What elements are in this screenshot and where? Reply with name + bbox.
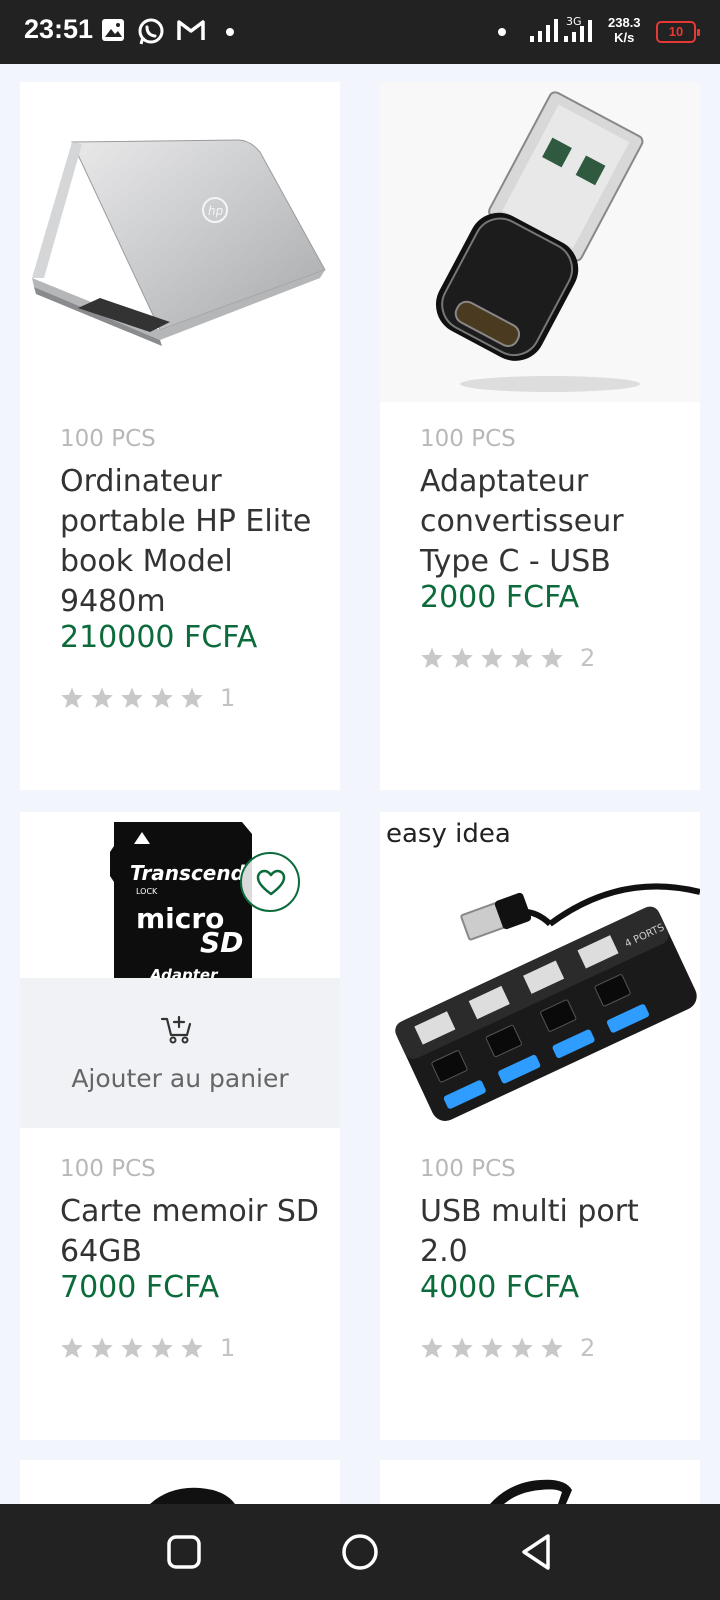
product-price: 4000 FCFA (420, 1270, 580, 1305)
product-card[interactable]: 100 PCS Adaptateur convertisseur Type C … (380, 82, 700, 790)
star-icon (121, 1337, 143, 1358)
heart-icon (256, 869, 286, 896)
product-card[interactable]: easy idea 4 PORTS 100 PCS USB multi port… (380, 812, 700, 1440)
indicator-dot (498, 28, 506, 36)
square-icon (167, 1535, 201, 1569)
star-icon (121, 687, 143, 708)
status-time: 23:51 (24, 14, 94, 44)
rating-count: 2 (580, 1334, 596, 1362)
add-to-cart-button[interactable]: Ajouter au panier (20, 978, 340, 1128)
product-price: 2000 FCFA (420, 580, 580, 615)
notification-dot (226, 28, 234, 36)
network-speed: 238.3 K/s (608, 15, 641, 45)
product-quantity: 100 PCS (60, 426, 156, 452)
home-button[interactable] (340, 1532, 380, 1576)
product-rating: 1 (60, 1334, 235, 1362)
gmail-icon (176, 17, 206, 47)
star-icon (421, 1337, 443, 1358)
star-icon (151, 687, 173, 708)
product-card[interactable]: Transcend LOCK micro SD Adapter Ajouter … (20, 812, 340, 1440)
star-icon (541, 1337, 563, 1358)
product-name[interactable]: USB multi port 2.0 (420, 1192, 680, 1272)
usb-adapter-image[interactable] (380, 82, 700, 402)
battery-icon: 10 (656, 21, 700, 43)
rating-count: 1 (220, 684, 236, 712)
star-icon (151, 1337, 173, 1358)
product-name[interactable]: Carte memoir SD 64GB (60, 1192, 320, 1272)
star-icon (61, 1337, 83, 1358)
network-type-label: 3G (566, 15, 582, 28)
star-icon (181, 1337, 203, 1358)
rating-count: 2 (580, 644, 596, 672)
star-icon (61, 687, 83, 708)
navigation-bar (0, 1504, 720, 1600)
product-card-partial[interactable] (20, 1460, 340, 1504)
star-icon (541, 647, 563, 668)
speed-value: 238.3 (608, 15, 641, 30)
product-image-partial (150, 1487, 235, 1504)
battery-level: 10 (668, 24, 684, 39)
signal-icon (528, 16, 562, 48)
star-icon (91, 1337, 113, 1358)
recents-button[interactable] (166, 1532, 202, 1576)
product-quantity: 100 PCS (420, 1156, 516, 1182)
product-rating: 2 (420, 1334, 595, 1362)
product-rating: 1 (60, 684, 235, 712)
product-quantity: 100 PCS (60, 1156, 156, 1182)
product-price: 210000 FCFA (60, 620, 258, 655)
product-name[interactable]: Adaptateur convertisseur Type C - USB (420, 462, 680, 582)
back-triangle-icon (522, 1534, 550, 1570)
star-icon (451, 1337, 473, 1358)
star-icon (421, 647, 443, 668)
sd-lock-label: LOCK (136, 887, 158, 896)
favorite-button[interactable] (240, 852, 300, 912)
cart-add-icon (160, 1014, 194, 1048)
product-image-partial (490, 1479, 572, 1504)
whatsapp-icon (136, 17, 166, 51)
gallery-icon (100, 17, 126, 47)
star-icon (511, 1337, 533, 1358)
speed-unit: K/s (614, 30, 635, 45)
product-card[interactable]: hp 100 PCS Ordinateur portable HP Elite … (20, 82, 340, 790)
svg-text:hp: hp (208, 204, 224, 218)
product-card-partial[interactable] (380, 1460, 700, 1504)
star-icon (481, 1337, 503, 1358)
back-button[interactable] (518, 1532, 554, 1576)
product-price: 7000 FCFA (60, 1270, 220, 1305)
star-icon (91, 687, 113, 708)
status-bar: 23:51 3G 238.3 K/s 10 (0, 0, 720, 64)
add-to-cart-label: Ajouter au panier (71, 1064, 289, 1093)
hp-laptop-image[interactable]: hp (20, 82, 340, 402)
sd-sd-label: SD (200, 926, 243, 959)
brand-watermark: easy idea (386, 819, 511, 849)
star-icon (181, 687, 203, 708)
product-quantity: 100 PCS (420, 426, 516, 452)
product-name[interactable]: Ordinateur portable HP Elite book Model … (60, 462, 320, 622)
usb-hub-image[interactable]: easy idea 4 PORTS (380, 812, 700, 1132)
star-icon (481, 647, 503, 668)
sd-brand-label: Transcend (130, 861, 246, 885)
star-icon (511, 647, 533, 668)
star-icon (451, 647, 473, 668)
rating-count: 1 (220, 1334, 236, 1362)
circle-icon (342, 1534, 378, 1570)
product-rating: 2 (420, 644, 595, 672)
signal-3g-icon: 3G (562, 14, 596, 48)
